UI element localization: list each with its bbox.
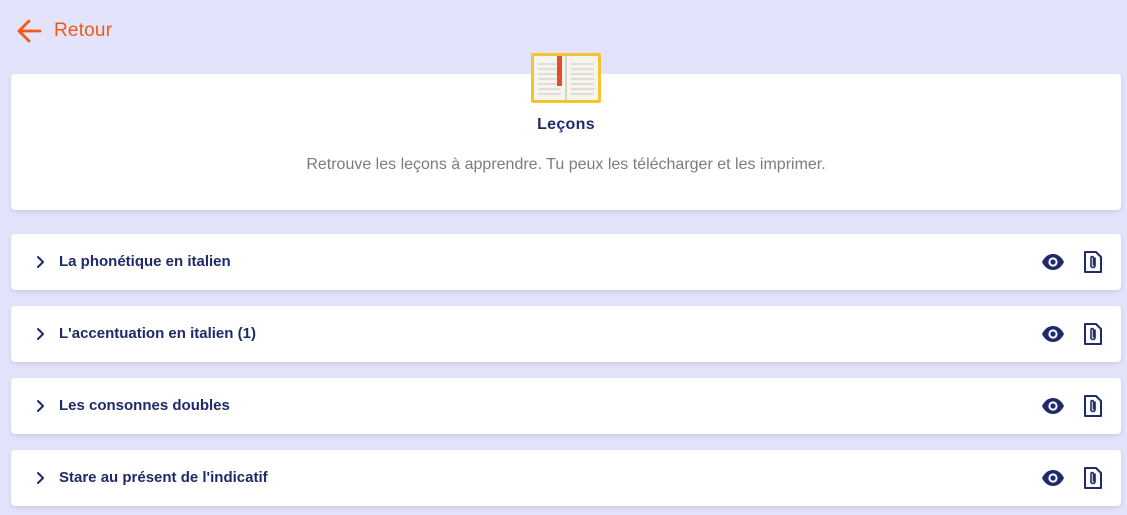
chevron-right-icon[interactable]: [33, 254, 49, 270]
lesson-row[interactable]: Stare au présent de l'indicatif: [11, 450, 1121, 506]
page-title: Leçons: [537, 116, 595, 133]
eye-icon[interactable]: [1040, 466, 1066, 490]
chevron-right-icon[interactable]: [33, 326, 49, 342]
eye-icon[interactable]: [1040, 322, 1066, 346]
arrow-left-icon: [16, 18, 42, 44]
lessons-list: La phonétique en italien L'accentuation …: [11, 234, 1121, 515]
paperclip-document-icon[interactable]: [1081, 394, 1105, 418]
eye-icon[interactable]: [1040, 250, 1066, 274]
lessons-page: Retour Leçons Retrouve les leçons à appr…: [0, 0, 1127, 515]
paperclip-document-icon[interactable]: [1081, 466, 1105, 490]
eye-icon[interactable]: [1040, 394, 1066, 418]
chevron-right-icon[interactable]: [33, 470, 49, 486]
lesson-title: L'accentuation en italien (1): [59, 325, 256, 342]
paperclip-document-icon[interactable]: [1081, 250, 1105, 274]
back-label: Retour: [54, 20, 113, 41]
book-icon: [530, 52, 602, 104]
lesson-title: La phonétique en italien: [59, 253, 231, 270]
page-subtitle: Retrouve les leçons à apprendre. Tu peux…: [306, 156, 826, 173]
lesson-title: Stare au présent de l'indicatif: [59, 469, 268, 486]
paperclip-document-icon[interactable]: [1081, 322, 1105, 346]
lesson-row[interactable]: La phonétique en italien: [11, 234, 1121, 290]
chevron-right-icon[interactable]: [33, 398, 49, 414]
lesson-row[interactable]: L'accentuation en italien (1): [11, 306, 1121, 362]
lesson-row[interactable]: Les consonnes doubles: [11, 378, 1121, 434]
back-button[interactable]: Retour: [16, 18, 112, 44]
lesson-title: Les consonnes doubles: [59, 397, 230, 414]
